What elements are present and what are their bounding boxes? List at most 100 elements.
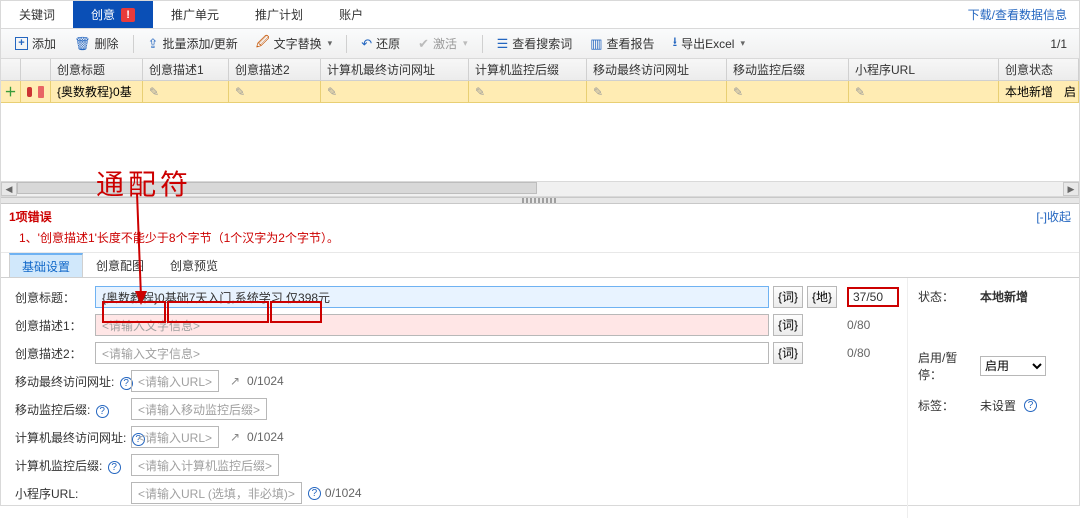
col-status[interactable]: 创意状态 <box>999 59 1079 80</box>
edit-icon[interactable]: ✎ <box>327 85 341 99</box>
label-pc-suffix: 计算机监控后缀: ? <box>15 457 131 474</box>
edit-icon[interactable]: ✎ <box>475 85 489 99</box>
download-link[interactable]: 下载/查看数据信息 <box>968 1 1067 28</box>
tab-plan[interactable]: 推广计划 <box>237 1 321 28</box>
row-enable: 启 <box>1064 83 1076 100</box>
side-tag-value: 未设置 <box>980 397 1016 414</box>
row-creative-title: 创意标题： {奥数教程}0基础7天入门,系统学习 仅398元 {词} {地} 3… <box>15 286 899 308</box>
m-url-input[interactable]: <请输入URL> <box>131 370 219 392</box>
report-button[interactable]: ▥查看报告 <box>582 32 662 56</box>
add-button[interactable]: +添加 <box>7 32 64 56</box>
label-desc2: 创意描述2： <box>15 345 95 362</box>
subtabs: 基础设置 创意配图 创意预览 <box>1 253 1079 278</box>
tab-unit[interactable]: 推广单元 <box>153 1 237 28</box>
tab-account[interactable]: 账户 <box>321 1 381 28</box>
tab-creative[interactable]: 创意 ! <box>73 1 153 28</box>
delete-button[interactable]: 🗑删除 <box>66 32 127 56</box>
search-icon: ☰ <box>497 36 509 52</box>
label-desc1: 创意描述1： <box>15 317 95 334</box>
subtab-basic[interactable]: 基础设置 <box>9 253 83 277</box>
warn-icon: ! <box>121 8 135 22</box>
batch-icon: ⇪ <box>148 36 159 52</box>
col-desc1[interactable]: 创意描述1 <box>143 59 229 80</box>
col-m-suffix[interactable]: 移动监控后缀 <box>727 59 849 80</box>
col-desc2[interactable]: 创意描述2 <box>229 59 321 80</box>
collapse-button[interactable]: [-]收起 <box>1036 208 1071 225</box>
col-m-url[interactable]: 移动最终访问网址 <box>587 59 727 80</box>
search-button[interactable]: ☰查看搜索词 <box>489 32 581 56</box>
tab-creative-label: 创意 <box>91 6 115 23</box>
trash-icon: 🗑 <box>74 36 91 52</box>
mini-input[interactable]: <请输入URL (选填，非必填)> <box>131 482 302 504</box>
help-icon[interactable]: ? <box>96 405 109 418</box>
word-button[interactable]: {词} <box>773 342 803 364</box>
activate-button[interactable]: ✔激活▾ <box>410 32 475 56</box>
subtab-image[interactable]: 创意配图 <box>83 253 157 277</box>
side-panel: 状态：本地新增 启用/暂停： 启用 标签：未设置 ? <box>907 278 1079 518</box>
error-line: 1、'创意描述1'长度不能少于8个字节（1个汉字为2个字节）。 <box>19 229 1071 246</box>
side-status-label: 状态： <box>918 288 980 305</box>
table-row[interactable]: ＋ {奥数教程}0基 ✎ ✎ ✎ ✎ ✎ ✎ ✎ 本地新增启 <box>1 81 1079 103</box>
desc1-count: 0/80 <box>847 318 899 332</box>
restore-button[interactable]: ↶还原 <box>353 32 408 56</box>
replace-icon: 🖉 <box>256 33 270 55</box>
tab-keyword[interactable]: 关键词 <box>1 1 73 28</box>
restore-icon: ↶ <box>361 36 372 52</box>
m-suffix-input[interactable]: <请输入移动监控后缀> <box>131 398 267 420</box>
top-tabs: 关键词 创意 ! 推广单元 推广计划 账户 下载/查看数据信息 <box>1 1 1079 29</box>
chart-icon: ▥ <box>590 36 602 52</box>
col-pc-suffix[interactable]: 计算机监控后缀 <box>469 59 587 80</box>
label-m-url: 移动最终访问网址: ? <box>15 373 131 390</box>
label-mini: 小程序URL: <box>15 485 131 502</box>
edit-icon[interactable]: ✎ <box>733 85 747 99</box>
error-panel: 1项错误 [-]收起 1、'创意描述1'长度不能少于8个字节（1个汉字为2个字节… <box>1 204 1079 253</box>
label-pc-url: 计算机最终访问网址: ? <box>15 429 131 446</box>
toolbar: +添加 🗑删除 ⇪批量添加/更新 🖉文字替换▾ ↶还原 ✔激活▾ ☰查看搜索词 … <box>1 29 1079 59</box>
doc-icon <box>38 86 44 98</box>
row-add-icon: ＋ <box>5 83 17 100</box>
open-icon[interactable]: ↗ <box>227 373 243 389</box>
pc-url-input[interactable]: <请输入URL> <box>131 426 219 448</box>
geo-button[interactable]: {地} <box>807 286 837 308</box>
side-status-value: 本地新增 <box>980 288 1028 305</box>
splitter[interactable] <box>1 197 1079 204</box>
pc-url-count: 0/1024 <box>247 430 284 444</box>
desc1-input[interactable]: <请输入文字信息> <box>95 314 769 336</box>
batch-button[interactable]: ⇪批量添加/更新 <box>140 32 246 56</box>
h-scrollbar[interactable]: ◀ ▶ <box>1 181 1079 197</box>
help-icon[interactable]: ? <box>308 487 321 500</box>
word-button[interactable]: {词} <box>773 286 803 308</box>
edit-icon[interactable]: ✎ <box>149 85 163 99</box>
pc-suffix-input[interactable]: <请输入计算机监控后缀> <box>131 454 279 476</box>
m-url-count: 0/1024 <box>247 374 284 388</box>
error-title: 1项错误 <box>9 210 52 224</box>
edit-icon[interactable]: ✎ <box>235 85 249 99</box>
table-header: 创意标题 创意描述1 创意描述2 计算机最终访问网址 计算机监控后缀 移动最终访… <box>1 59 1079 81</box>
title-input[interactable]: {奥数教程}0基础7天入门,系统学习 仅398元 <box>95 286 769 308</box>
plus-icon: + <box>15 37 28 50</box>
enable-select[interactable]: 启用 <box>980 356 1046 376</box>
col-pc-url[interactable]: 计算机最终访问网址 <box>321 59 469 80</box>
check-icon: ✔ <box>418 36 429 52</box>
edit-icon[interactable]: ✎ <box>855 85 869 99</box>
export-button[interactable]: ⭳导出Excel▾ <box>665 32 753 56</box>
scroll-right-button[interactable]: ▶ <box>1063 182 1079 196</box>
scroll-left-button[interactable]: ◀ <box>1 182 17 196</box>
subtab-preview[interactable]: 创意预览 <box>157 253 231 277</box>
page-count: 1/1 <box>1050 37 1079 51</box>
word-button[interactable]: {词} <box>773 314 803 336</box>
edit-icon[interactable]: ✎ <box>593 85 607 99</box>
desc2-count: 0/80 <box>847 346 899 360</box>
side-enable-label: 启用/暂停： <box>918 349 980 383</box>
replace-button[interactable]: 🖉文字替换▾ <box>248 32 340 56</box>
col-mini[interactable]: 小程序URL <box>849 59 999 80</box>
help-icon[interactable]: ? <box>108 461 121 474</box>
open-icon[interactable]: ↗ <box>227 429 243 445</box>
label-title: 创意标题： <box>15 289 95 306</box>
title-count: 37/50 <box>847 287 899 307</box>
mini-count: 0/1024 <box>325 486 362 500</box>
col-title[interactable]: 创意标题 <box>51 59 143 80</box>
desc2-input[interactable]: <请输入文字信息> <box>95 342 769 364</box>
form: 创意标题： {奥数教程}0基础7天入门,系统学习 仅398元 {词} {地} 3… <box>1 278 1079 518</box>
help-icon[interactable]: ? <box>1024 399 1037 412</box>
